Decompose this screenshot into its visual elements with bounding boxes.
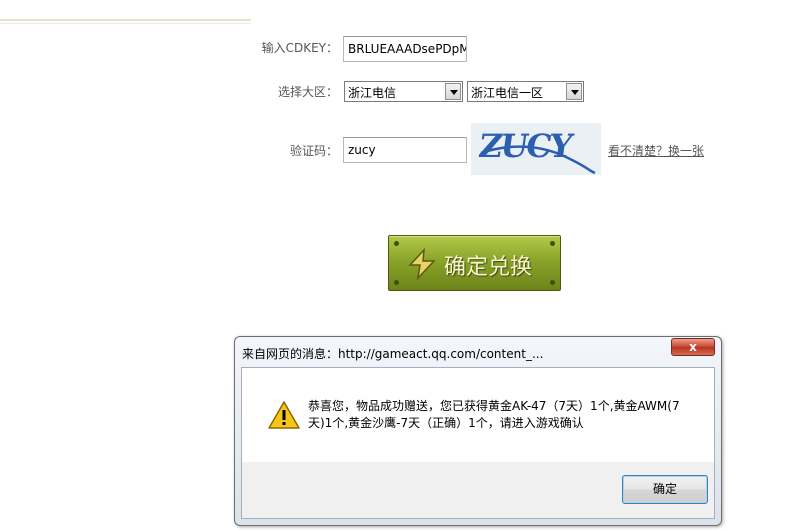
province-dropdown-arrow-icon[interactable]: [445, 83, 461, 100]
redeem-button[interactable]: 确定兑换: [388, 235, 561, 291]
zone-dropdown-arrow-icon[interactable]: [566, 83, 582, 100]
rivet-icon: [550, 241, 555, 246]
rivet-icon: [394, 280, 399, 285]
cdkey-label: 输入CDKEY：: [261, 41, 338, 55]
cdkey-input[interactable]: BRLUEAAADsePDpMf: [343, 36, 467, 62]
redeem-button-label: 确定兑换: [444, 255, 533, 280]
captcha-label: 验证码：: [289, 144, 338, 158]
rivet-icon: [550, 280, 555, 285]
exchange-bolt-icon: [408, 248, 436, 280]
warning-icon: [268, 401, 300, 429]
zone-select[interactable]: 浙江电信一区: [467, 81, 584, 102]
rivet-icon: [394, 241, 399, 246]
close-icon[interactable]: x: [671, 338, 715, 356]
top-divider-secondary: [0, 23, 251, 24]
dialog-message: 恭喜您，物品成功赠送，您已获得黄金AK-47（7天）1个,黄金AWM(7天)1个…: [308, 399, 680, 430]
zone-select-value: 浙江电信一区: [471, 86, 544, 100]
captcha-noise-line: [480, 145, 596, 175]
refresh-captcha-link[interactable]: 看不清楚？换一张: [608, 142, 704, 159]
alert-dialog: 来自网页的消息：http://gameact.qq.com/content_..…: [234, 336, 722, 526]
captcha-image[interactable]: ZUCY: [471, 123, 601, 175]
dialog-body: 恭喜您，物品成功赠送，您已获得黄金AK-47（7天）1个,黄金AWM(7天)1个…: [241, 367, 715, 519]
province-select[interactable]: 浙江电信: [344, 81, 463, 102]
region-label: 选择大区：: [277, 85, 338, 99]
captcha-input[interactable]: zucy: [343, 137, 467, 163]
dialog-title: 来自网页的消息：http://gameact.qq.com/content_..…: [242, 347, 544, 361]
dialog-message-area: 恭喜您，物品成功赠送，您已获得黄金AK-47（7天）1个,黄金AWM(7天)1个…: [242, 368, 714, 462]
province-select-value: 浙江电信: [348, 86, 397, 100]
top-divider: [0, 19, 251, 21]
ok-button[interactable]: 确定: [622, 475, 708, 504]
